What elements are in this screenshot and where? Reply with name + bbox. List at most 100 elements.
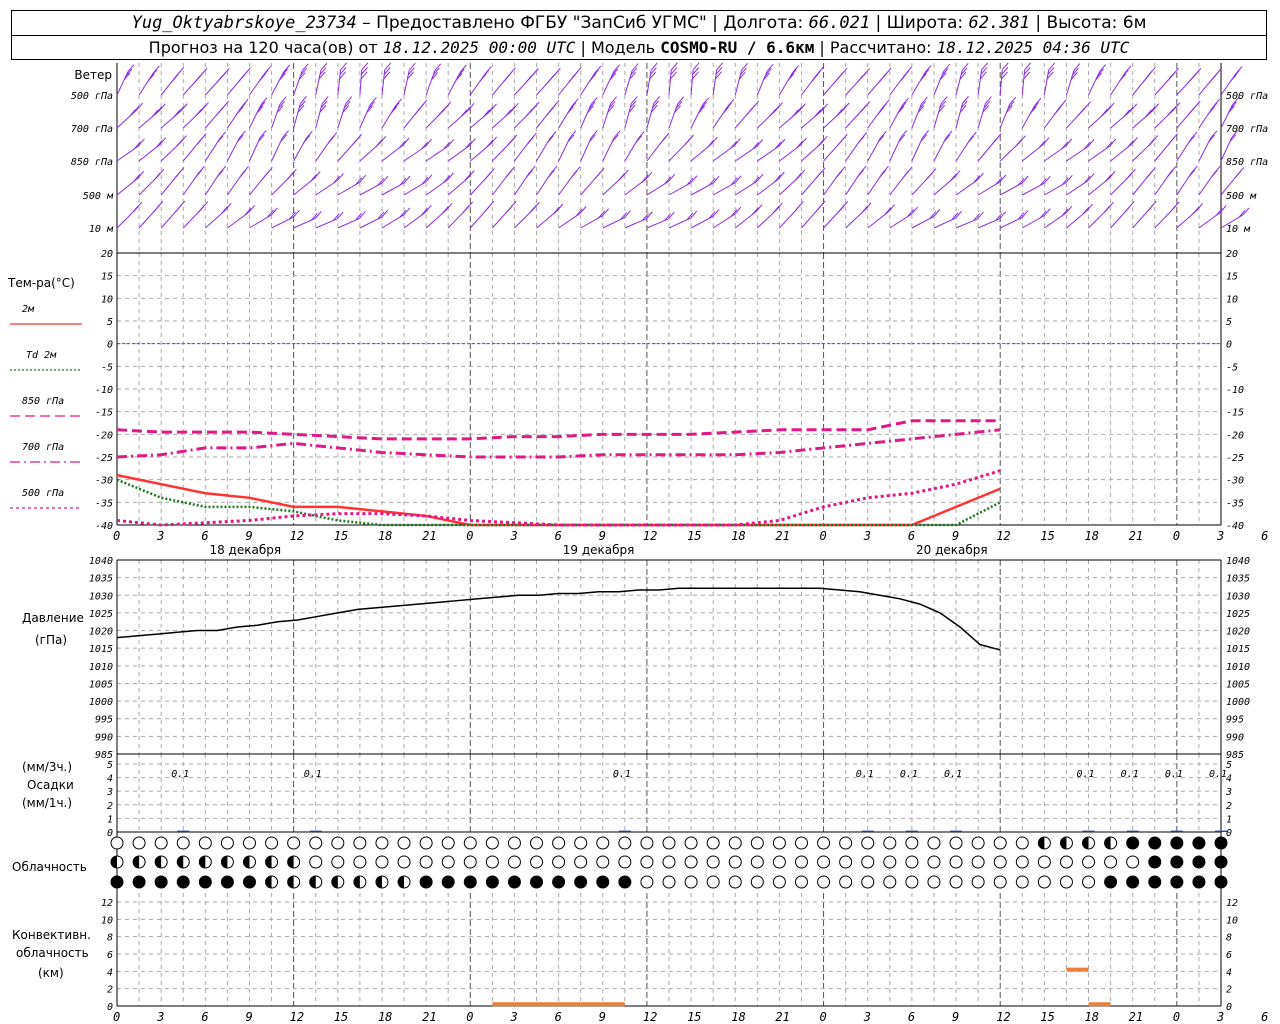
- prec-ytick-right: 2: [1226, 801, 1232, 812]
- wind-barb-feather: [352, 137, 359, 146]
- cloud-symbol: [1082, 875, 1096, 889]
- conv-title-2: облачность: [16, 946, 89, 960]
- prec-ytick-left: 5: [107, 760, 113, 771]
- conv-xtick: 15: [334, 1010, 348, 1024]
- cloud-symbol-half: [111, 856, 117, 868]
- cloud-symbol: [706, 855, 720, 869]
- wind-barb-feather: [239, 102, 246, 111]
- wind-barb-feather: [527, 136, 534, 145]
- cloud-symbol-half: [398, 876, 405, 888]
- wind-barb-feather: [901, 97, 909, 106]
- pres-ytick-left: 1015: [89, 644, 113, 655]
- cloud-symbol: [861, 855, 875, 869]
- wind-barb-feather: [568, 74, 576, 83]
- wind-barb-feather: [195, 169, 202, 178]
- temp-xtick: 3: [509, 529, 517, 543]
- temp-ytick-left: 0: [107, 340, 113, 351]
- wind-barb-feather: [528, 165, 536, 174]
- cloud-symbol: [750, 855, 764, 869]
- wind-barb-feather: [1169, 204, 1177, 213]
- wind-barb-feather: [793, 204, 801, 213]
- wind-barb-feather: [1048, 62, 1056, 71]
- cloud-symbol: [530, 855, 544, 869]
- wind-title: Ветер: [74, 68, 112, 82]
- wind-barb-feather: [637, 131, 645, 139]
- cloud-symbol: [552, 836, 566, 850]
- cloud-symbol-half: [155, 856, 162, 868]
- wind-barb-feather: [408, 62, 416, 71]
- conv-xtick: 6: [201, 1010, 208, 1024]
- cloud-symbol: [1037, 855, 1051, 869]
- wind-barb-feather: [375, 139, 383, 147]
- conv-xtick: 0: [820, 1010, 827, 1024]
- cloud-symbol: [861, 875, 875, 889]
- cloud-symbol: [618, 875, 632, 889]
- cloud-symbol: [309, 836, 323, 850]
- wind-barb-feather: [924, 65, 932, 73]
- cloud-symbol: [706, 836, 720, 850]
- wind-barb-feather: [153, 204, 161, 213]
- wind-barb-feather: [1152, 103, 1160, 111]
- precip-unit-1h: (мм/1ч.): [22, 796, 72, 810]
- conv-xtick: 3: [1216, 1010, 1224, 1024]
- cloud-symbol: [927, 875, 941, 889]
- wind-barb-feather: [1024, 62, 1031, 71]
- cloud-symbol: [883, 836, 897, 850]
- wind-barb-feather: [811, 74, 819, 82]
- cloud-symbol: [1148, 855, 1162, 869]
- cloud-symbol: [198, 875, 212, 889]
- cloud-symbol: [949, 836, 963, 850]
- wind-barb-feather: [861, 205, 868, 214]
- wind-barb-feather: [194, 75, 202, 83]
- cloud-symbol: [618, 836, 632, 850]
- cloud-symbol: [993, 855, 1007, 869]
- cloud-symbol: [883, 875, 897, 889]
- cloud-symbols: [110, 836, 1228, 889]
- pres-ytick-right: 990: [1226, 732, 1244, 743]
- cloud-title: Облачность: [12, 860, 87, 874]
- temp-ytick-left: -40: [95, 521, 113, 532]
- wind-barb-feather: [507, 138, 514, 146]
- wind-barb-feather: [147, 73, 155, 82]
- wind-barb-feather: [1190, 131, 1198, 140]
- cloud-symbol: [1104, 855, 1118, 869]
- conv-ytick-left: 8: [107, 933, 113, 944]
- wind-barb-feather: [570, 170, 578, 178]
- wind-barb-feather: [379, 135, 387, 144]
- cloud-symbol: [618, 855, 632, 869]
- precip-title: Осадки: [27, 778, 74, 792]
- wind-barb-feather: [196, 136, 204, 145]
- pressure-unit: (гПа): [35, 633, 67, 647]
- cloud-symbol: [1192, 855, 1206, 869]
- wind-barb-feather: [692, 62, 700, 71]
- wind-barb-feather: [1187, 107, 1195, 116]
- wind-barb-feather: [464, 106, 471, 114]
- cloud-symbol-half: [353, 876, 360, 888]
- wind-level-right: 500 гПа: [1226, 91, 1268, 102]
- cloud-symbol: [574, 836, 588, 850]
- cloud-symbol-half: [221, 856, 228, 868]
- wind-barb-feather: [506, 204, 514, 213]
- conv-xtick: 3: [509, 1010, 517, 1024]
- cloud-symbol: [772, 836, 786, 850]
- temp-legend-label: 850 гПа: [22, 396, 64, 407]
- wind-barb-feather: [969, 131, 977, 140]
- cloud-symbol: [772, 875, 786, 889]
- cloud-symbol: [507, 855, 521, 869]
- wind-barb-feather: [817, 139, 825, 147]
- wind-barb-feather: [1188, 135, 1195, 144]
- wind-barb-feather: [1015, 138, 1023, 147]
- cloud-symbol: [265, 836, 279, 850]
- conv-xtick: 15: [1040, 1010, 1054, 1024]
- cloud-symbol: [971, 875, 985, 889]
- cloud-symbol: [1214, 855, 1228, 869]
- conv-xtick: 0: [466, 1010, 473, 1024]
- precip-amount: 0.1: [1165, 769, 1183, 780]
- wind-level-left: 500 м: [83, 191, 114, 202]
- wind-barb-feather: [152, 65, 160, 74]
- cloud-symbol: [1126, 855, 1140, 869]
- wind-barb-feather: [154, 172, 161, 180]
- precip-bar: [905, 830, 918, 832]
- wind-barb-feather: [303, 134, 311, 143]
- pres-ytick-right: 1005: [1226, 679, 1250, 690]
